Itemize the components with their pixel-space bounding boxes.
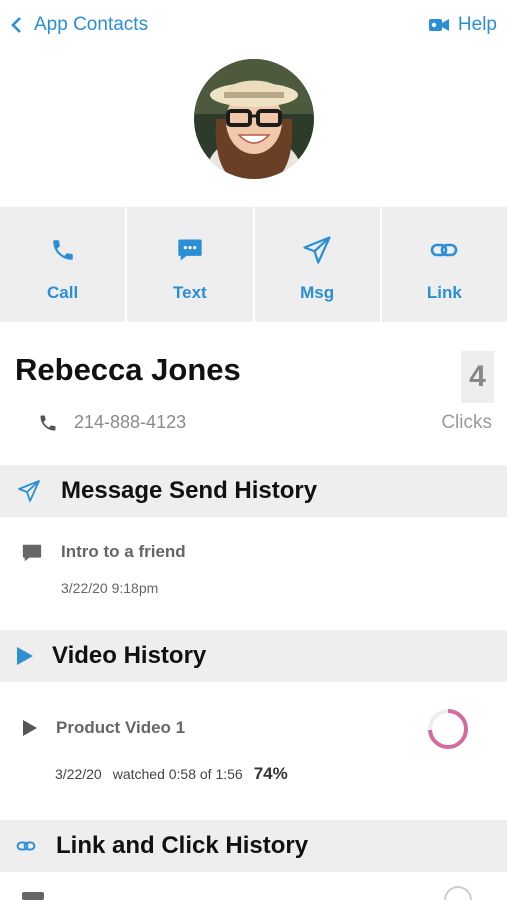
- call-label: Call: [47, 283, 79, 302]
- text-button[interactable]: Text: [127, 207, 255, 322]
- play-icon: [23, 720, 37, 736]
- video-item-date: 3/22/20: [55, 766, 102, 782]
- back-label: App Contacts: [34, 14, 149, 35]
- help-button[interactable]: Help: [428, 14, 497, 36]
- progress-ring: [428, 709, 468, 749]
- video-item-title[interactable]: Product Video 1: [56, 718, 185, 738]
- list-icon: [22, 892, 44, 900]
- message-history-header: Message Send History: [0, 465, 507, 517]
- back-button[interactable]: App Contacts: [10, 14, 148, 36]
- help-label: Help: [457, 14, 497, 35]
- video-item-watched: watched 0:58 of 1:56: [112, 766, 243, 782]
- link-history-title: Link and Click History: [56, 832, 309, 859]
- contact-phone-number: 214-888-4123: [74, 412, 187, 432]
- chevron-left-icon: [11, 17, 21, 33]
- phone-icon: [40, 415, 56, 430]
- play-icon: [17, 647, 33, 665]
- link-label: Link: [426, 283, 462, 302]
- video-history-title: Video History: [52, 642, 207, 669]
- clicks-count: 4: [461, 351, 494, 403]
- link-icon: [430, 234, 458, 266]
- progress-ring-partial: [444, 886, 472, 900]
- msg-button[interactable]: Msg: [255, 207, 382, 322]
- text-label: Text: [173, 283, 207, 302]
- send-icon: [302, 234, 332, 266]
- message-history-title: Message Send History: [61, 477, 318, 504]
- link-button[interactable]: Link: [382, 207, 507, 322]
- chat-icon: [22, 544, 42, 562]
- call-button[interactable]: Call: [0, 207, 128, 322]
- contact-phone[interactable]: 214-888-4123: [38, 412, 186, 433]
- avatar: [194, 59, 314, 179]
- link-history-header: Link and Click History: [0, 820, 507, 872]
- message-item-title[interactable]: Intro to a friend: [61, 542, 186, 562]
- video-item-meta: 3/22/20 watched 0:58 of 1:56 74%: [55, 764, 288, 784]
- video-camera-icon: [428, 19, 449, 31]
- video-item-percent: 74%: [253, 764, 288, 783]
- msg-label: Msg: [300, 283, 335, 302]
- video-history-header: Video History: [0, 630, 507, 682]
- action-bar: Call Text Msg Link: [0, 207, 507, 322]
- message-item-date: 3/22/20 9:18pm: [61, 580, 159, 596]
- send-icon: [18, 480, 40, 502]
- contact-name: Rebecca Jones: [15, 352, 241, 387]
- chat-icon: [176, 234, 204, 266]
- clicks-label: Clicks: [441, 412, 492, 433]
- link-icon: [16, 841, 36, 851]
- top-bar: App Contacts Help: [0, 0, 507, 56]
- phone-icon: [50, 234, 76, 266]
